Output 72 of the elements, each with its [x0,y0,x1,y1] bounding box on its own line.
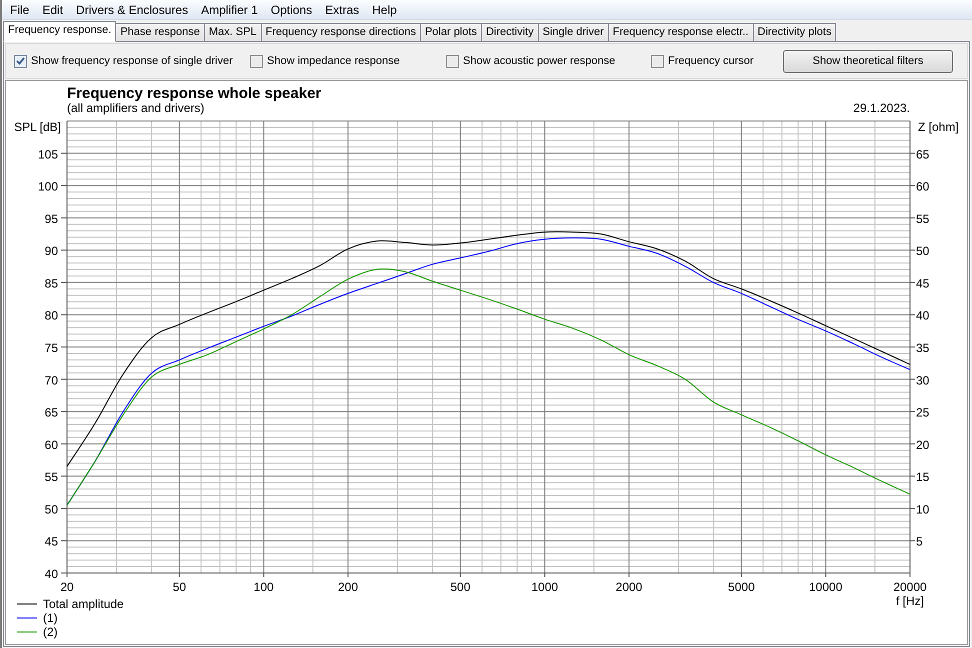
y-tick-label: 80 [44,308,58,323]
x-tick-label: 20000 [893,580,927,594]
x-tick-label: 5000 [728,580,755,594]
y-tick-label: 40 [44,567,58,581]
y-tick-label: 75 [44,341,58,355]
right-tick-label: 5 [916,534,923,549]
checkbox-label[interactable]: Show frequency response of single driver [31,52,233,70]
y-tick-label: 85 [44,276,58,290]
menu-item[interactable]: File [4,0,36,18]
x-tick-label: 200 [338,580,358,594]
theoretical-filters-button[interactable]: Show theoretical filters [783,50,953,72]
x-tick-label: 2000 [616,580,642,594]
y-tick-label: 70 [44,373,58,388]
tab[interactable]: Single driver [538,23,609,42]
right-tick-label: 65 [916,147,930,162]
tab[interactable]: Frequency response directions [260,23,421,42]
x-tick-label: 50 [172,580,186,594]
checkbox[interactable] [651,54,664,68]
tab[interactable]: Directivity plots [752,23,836,42]
right-tick-label: 25 [916,406,930,420]
right-tick-label: 45 [916,276,930,290]
legend-label: (1) [43,611,58,625]
y-tick-label: 95 [44,212,58,226]
y-tick-label: 50 [44,502,58,516]
tab[interactable]: Polar plots [420,23,482,42]
y-tick-label: 100 [38,180,58,194]
x-axis-title: f [Hz] [896,594,924,608]
menu-item[interactable]: Drivers & Enclosures [70,0,194,18]
tab[interactable]: Directivity [480,23,539,42]
right-tick-label: 10 [916,502,930,516]
x-tick-label: 1000 [531,580,558,594]
y-tick-label: 55 [44,470,58,484]
menu-item[interactable]: Edit [36,0,70,18]
right-tick-label: 55 [916,212,930,226]
legend-label: (2) [43,625,58,639]
right-tick-label: 30 [916,373,930,388]
x-tick-label: 500 [450,580,470,594]
checkbox-label[interactable]: Show impedance response [267,52,400,70]
menu-item[interactable]: Help [366,0,403,18]
legend-label: Total amplitude [43,597,124,611]
right-tick-label: 35 [916,341,930,355]
x-tick-label: 100 [254,580,274,594]
y-tick-label: 65 [44,406,58,420]
y-tick-label: 90 [44,244,58,258]
y-tick-label: 45 [44,534,58,549]
right-tick-label: 15 [916,470,930,484]
checkbox-label[interactable]: Frequency cursor [668,52,754,70]
chart-subtitle: (all amplifiers and drivers) [67,101,204,115]
checkbox-label[interactable]: Show acoustic power response [463,52,616,70]
menu-item[interactable]: Amplifier 1 [195,0,264,18]
right-axis-title: Z [ohm] [918,120,959,134]
tab[interactable]: Phase response [115,23,205,42]
right-tick-label: 40 [916,308,930,323]
checkbox[interactable] [446,54,459,68]
checkbox[interactable] [250,54,263,68]
menu-item[interactable]: Extras [319,0,366,18]
right-tick-label: 50 [916,244,930,258]
y-tick-label: 60 [44,438,58,452]
menu-item[interactable]: Options [264,0,318,18]
chart-date: 29.1.2023. [853,101,910,115]
y-axis-title: SPL [dB] [14,120,61,134]
y-tick-label: 105 [38,147,58,162]
right-tick-label: 20 [916,438,930,452]
tab[interactable]: Frequency response electr.. [608,23,754,42]
checkbox[interactable] [14,54,27,68]
x-tick-label: 20 [60,580,74,594]
tab[interactable]: Max. SPL [204,23,262,42]
x-tick-label: 10000 [809,580,842,594]
tab[interactable]: Frequency response. [3,21,116,42]
chart-title: Frequency response whole speaker [67,85,322,102]
checkmark-icon [16,57,25,65]
right-tick-label: 60 [916,180,930,194]
